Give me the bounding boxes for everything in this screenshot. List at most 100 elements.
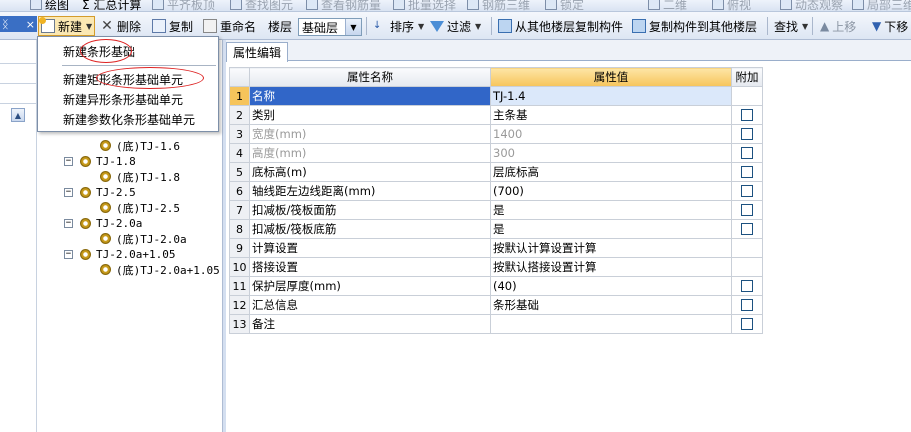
rebar-3d-button[interactable]: 钢筋三维	[467, 0, 530, 11]
property-row[interactable]: 4 高度(mm) 300	[229, 143, 763, 163]
row-index: 3	[229, 124, 250, 144]
rename-button[interactable]: 重命名	[201, 16, 258, 36]
property-value[interactable]: (700)	[490, 181, 732, 201]
find-icon	[230, 0, 242, 10]
property-row[interactable]: 11 保护层厚度(mm) (40)	[229, 276, 763, 296]
menu-item-new-rect-unit[interactable]: 新建矩形条形基础单元	[38, 70, 218, 88]
tree-item[interactable]: (底)TJ-2.0a+1.05	[38, 262, 222, 278]
property-row[interactable]: 2 类别 主条基	[229, 105, 763, 125]
2d-button[interactable]: 二维	[648, 0, 687, 11]
sort-button[interactable]: ↓ 排序 ▼	[371, 16, 426, 36]
extra-cell	[731, 143, 763, 163]
property-value[interactable]: 条形基础	[490, 295, 732, 315]
property-value[interactable]: (40)	[490, 276, 732, 296]
property-row[interactable]: 5 底标高(m) 层底标高	[229, 162, 763, 182]
property-row[interactable]: 9 计算设置 按默认计算设置计算	[229, 238, 763, 258]
move-down-button[interactable]: ▼ 下移	[870, 16, 910, 36]
tree-item[interactable]: (底)TJ-1.6	[38, 138, 222, 154]
row-index: 2	[229, 105, 250, 125]
extra-checkbox[interactable]	[741, 280, 753, 292]
tab-property-edit[interactable]: 属性编辑	[226, 42, 289, 62]
property-value[interactable]: 按默认计算设置计算	[490, 238, 732, 258]
collapse-icon[interactable]: −	[64, 249, 73, 259]
value-column-header: 属性值	[490, 67, 732, 87]
extra-checkbox[interactable]	[741, 128, 753, 140]
dock-header: ᛝ ×	[0, 16, 37, 32]
property-value[interactable]: 是	[490, 219, 732, 239]
property-value[interactable]: 层底标高	[490, 162, 732, 182]
row-index: 6	[229, 181, 250, 201]
orbit-icon	[780, 0, 792, 10]
delete-button[interactable]: ✕ 删除	[98, 16, 143, 36]
property-row[interactable]: 8 扣减板/筏板底筋是	[229, 219, 763, 239]
orbit-button[interactable]: 动态观察	[780, 0, 843, 11]
property-value[interactable]: 1400	[490, 124, 732, 144]
property-name: 宽度(mm)	[249, 124, 491, 144]
view-rebar-button[interactable]: 查看钢筋量	[306, 0, 381, 11]
extra-checkbox[interactable]	[741, 223, 753, 235]
filter-button[interactable]: 过滤 ▼	[428, 16, 483, 36]
draw-button[interactable]: 绘图	[30, 0, 69, 11]
extra-checkbox[interactable]	[741, 204, 753, 216]
property-tab-strip: 属性编辑	[226, 40, 911, 62]
tree-item[interactable]: − TJ-1.8	[38, 154, 222, 170]
property-row[interactable]: 13 备注	[229, 314, 763, 334]
extra-checkbox[interactable]	[741, 299, 753, 311]
tree-item[interactable]: − TJ-2.5	[38, 185, 222, 201]
property-row[interactable]: 3 宽度(mm) 1400	[229, 124, 763, 144]
summary-calc-button[interactable]: Σ 汇总计算	[82, 0, 141, 11]
local-3d-button[interactable]: 局部三维	[852, 0, 911, 11]
property-value[interactable]: 300	[490, 143, 732, 163]
property-value[interactable]: 按默认搭接设置计算	[490, 257, 732, 277]
extra-checkbox[interactable]	[741, 166, 753, 178]
extra-cell	[731, 314, 763, 334]
property-value[interactable]: TJ-1.4	[490, 86, 732, 106]
top-toolbar: 绘图 Σ 汇总计算 平齐板顶 查找图元 查看钢筋量 批量选择 钢筋三维 锁定 二…	[0, 0, 911, 12]
close-icon[interactable]: ×	[26, 18, 35, 31]
copy-from-floor-button[interactable]: 从其他楼层复制构件	[496, 16, 625, 36]
scroll-up-icon[interactable]: ▲	[11, 108, 25, 122]
property-row[interactable]: 1 名称 TJ-1.4	[229, 86, 763, 106]
property-row[interactable]: 12 汇总信息 条形基础	[229, 295, 763, 315]
property-value[interactable]: 是	[490, 200, 732, 220]
collapse-icon[interactable]: −	[64, 218, 73, 228]
extra-cell	[731, 295, 763, 315]
extra-cell	[731, 276, 763, 296]
lock-button[interactable]: 锁定	[545, 0, 584, 11]
copy-to-floor-button[interactable]: 复制构件到其他楼层	[630, 16, 759, 36]
move-up-button[interactable]: ▲ 上移	[818, 16, 858, 36]
floor-select[interactable]: 基础层 ▼	[298, 18, 362, 36]
pin-icon[interactable]: ᛝ	[2, 18, 9, 31]
component-icon	[100, 140, 111, 152]
tree-item[interactable]: − TJ-2.0a	[38, 216, 222, 232]
copy-button[interactable]: 复制	[150, 16, 195, 36]
extra-checkbox[interactable]	[741, 109, 753, 121]
collapse-icon[interactable]: −	[64, 156, 73, 166]
extra-cell	[731, 105, 763, 125]
chevron-down-icon: ▼	[86, 21, 93, 31]
tree-item[interactable]: (底)TJ-2.5	[38, 200, 222, 216]
property-row[interactable]: 6 轴线距左边线距离(mm) (700)	[229, 181, 763, 201]
extra-checkbox[interactable]	[741, 318, 753, 330]
collapse-icon[interactable]: −	[64, 187, 73, 197]
property-row[interactable]: 7 扣减板/筏板面筋是	[229, 200, 763, 220]
property-value[interactable]: 主条基	[490, 105, 732, 125]
find-button[interactable]: 查找 ▼	[772, 16, 810, 36]
extra-checkbox[interactable]	[741, 147, 753, 159]
top-view-button[interactable]: 俯视	[712, 0, 751, 11]
menu-item-new-irregular-unit[interactable]: 新建异形条形基础单元	[38, 90, 218, 108]
tree-item[interactable]: (底)TJ-2.0a	[38, 231, 222, 247]
toolbar-divider	[767, 17, 768, 35]
tree-item[interactable]: − TJ-2.0a+1.05	[38, 247, 222, 263]
menu-item-new-strip-foundation[interactable]: 新建条形基础	[38, 42, 218, 60]
new-button[interactable]: 新建 ▼	[38, 16, 96, 36]
property-value[interactable]	[490, 314, 732, 334]
tree-item[interactable]: (底)TJ-1.8	[38, 169, 222, 185]
property-row[interactable]: 10 搭接设置 按默认搭接设置计算	[229, 257, 763, 277]
extra-checkbox[interactable]	[741, 185, 753, 197]
chevron-down-icon: ▼	[802, 21, 809, 31]
batch-select-button[interactable]: 批量选择	[393, 0, 456, 11]
menu-item-new-parametric-unit[interactable]: 新建参数化条形基础单元	[38, 110, 218, 128]
find-element-button[interactable]: 查找图元	[230, 0, 293, 11]
align-slab-top-button[interactable]: 平齐板顶	[152, 0, 215, 11]
